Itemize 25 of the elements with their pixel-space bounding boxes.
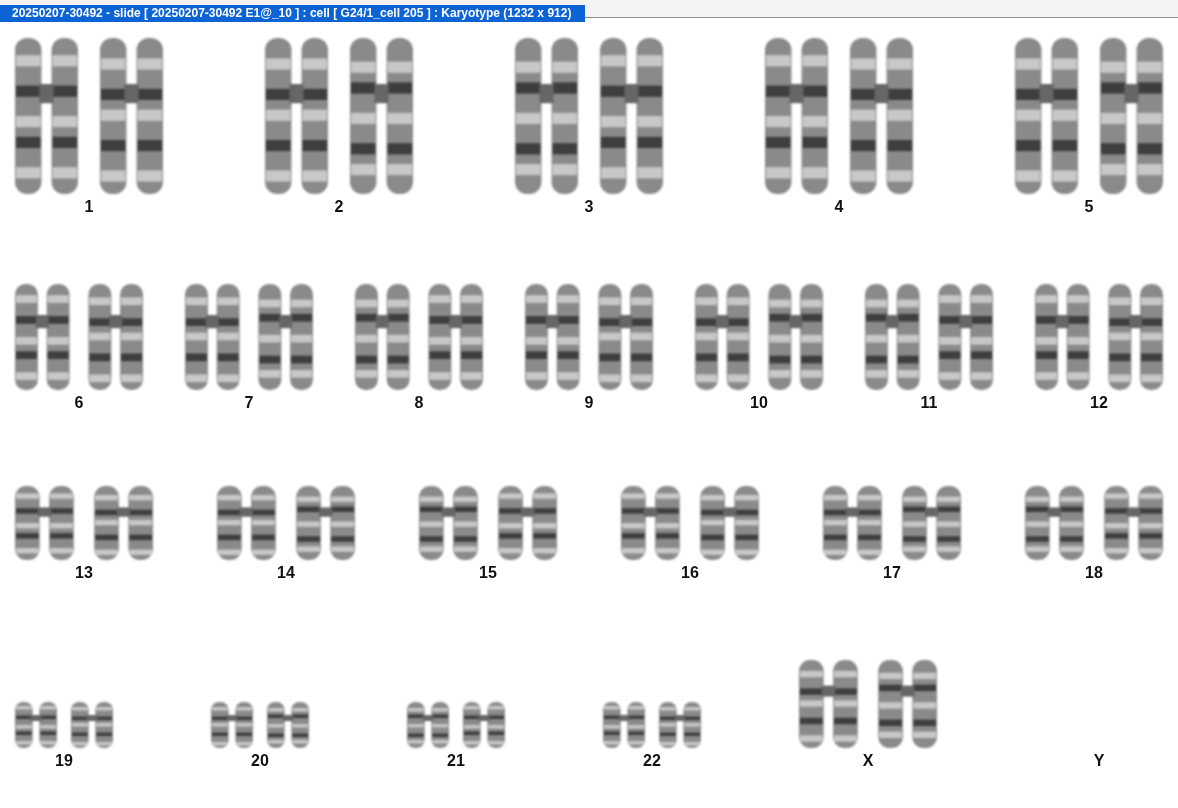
chromosome-number: 4 bbox=[834, 198, 844, 216]
chromosome-number: 17 bbox=[883, 564, 901, 582]
chromosome-number: 9 bbox=[584, 394, 594, 412]
chromosome-number: Y bbox=[1093, 752, 1105, 770]
chromosome-number: 7 bbox=[244, 394, 254, 412]
chromosome-number: 21 bbox=[447, 752, 465, 770]
chromosome-number: 12 bbox=[1090, 394, 1108, 412]
chromosome-number: 2 bbox=[334, 198, 344, 216]
chromosome-number: 16 bbox=[681, 564, 699, 582]
chromosome-number: 10 bbox=[750, 394, 768, 412]
chromosome-number: 14 bbox=[277, 564, 295, 582]
chromosome-number: 3 bbox=[584, 198, 594, 216]
chromosome-number: X bbox=[862, 752, 874, 770]
window-title: 20250207-30492 - slide [ 20250207-30492 E1@_10 ] : cell [ G24/1_cell 205 ] : Karyotype (1232 x 912) bbox=[0, 5, 586, 22]
chromosome-number: 18 bbox=[1085, 564, 1103, 582]
chromosome-number: 22 bbox=[643, 752, 661, 770]
chromosome-number: 5 bbox=[1084, 198, 1094, 216]
chromosome-number: 1 bbox=[84, 198, 94, 216]
chromosome-number: 15 bbox=[479, 564, 497, 582]
chromosome-number: 13 bbox=[75, 564, 93, 582]
chromosome-number: 19 bbox=[55, 752, 73, 770]
chromosome-number: 20 bbox=[251, 752, 269, 770]
chromosome-number: 6 bbox=[74, 394, 84, 412]
chromosome-number: 8 bbox=[414, 394, 424, 412]
chromosome-number: 11 bbox=[920, 394, 938, 412]
